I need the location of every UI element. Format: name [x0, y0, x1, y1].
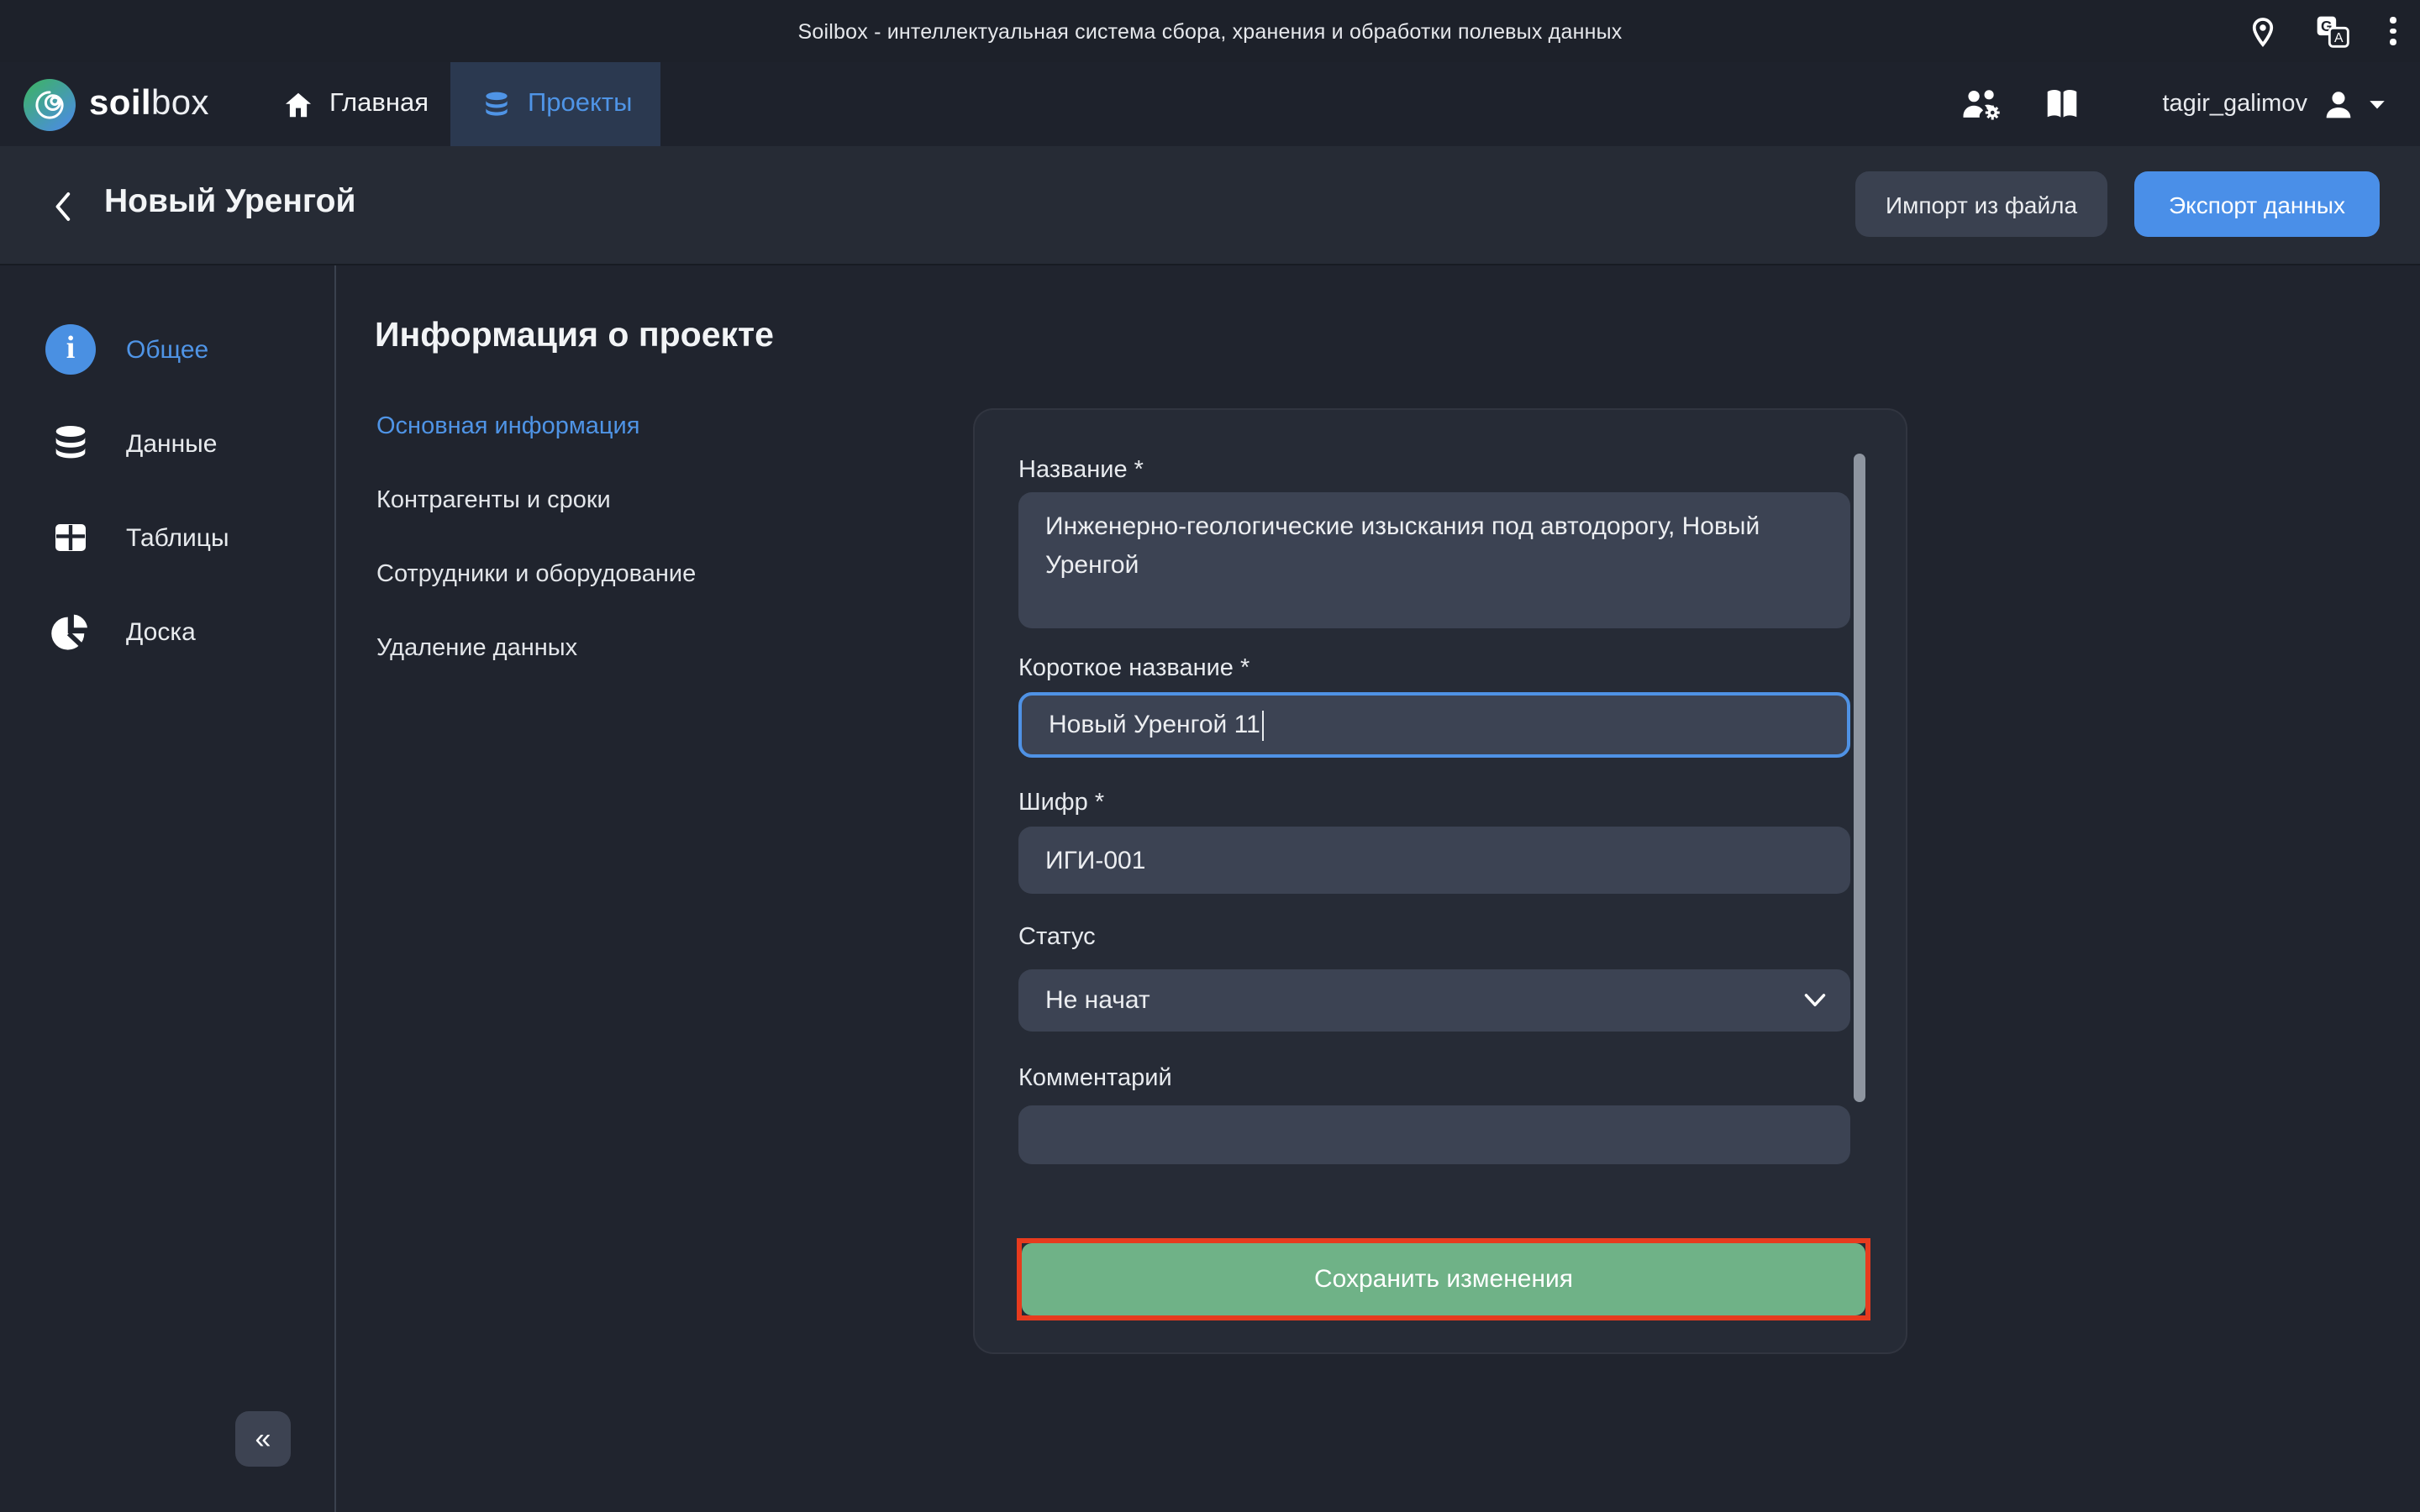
subnav-item-delete-data[interactable]: Удаление данных — [376, 612, 931, 685]
code-value: ИГИ-001 — [1045, 846, 1145, 874]
logo-wordmark: soilbox — [89, 84, 209, 124]
project-sidebar: i Общее Данные Таблицы Доска — [0, 265, 336, 1512]
kebab-menu-icon[interactable] — [2391, 17, 2396, 45]
sidebar-item-tables[interactable]: Таблицы — [0, 491, 334, 585]
export-data-button[interactable]: Экспорт данных — [2134, 171, 2380, 237]
collapse-chevrons-glyph: « — [255, 1422, 271, 1456]
code-input[interactable]: ИГИ-001 — [1018, 827, 1850, 894]
tab-projects[interactable]: Проекты — [450, 62, 660, 146]
app-navbar: soilbox Главная Проекты tagir_galimov — [0, 62, 2420, 146]
subnav-item-contractors[interactable]: Контрагенты и сроки — [376, 464, 931, 538]
chevron-down-icon — [1803, 993, 1827, 1008]
soilbox-logo[interactable]: soilbox — [24, 62, 209, 146]
sidebar-item-label: Доска — [126, 617, 196, 646]
name-label: Название * — [1018, 457, 1144, 484]
browser-title: Soilbox - интеллектуальная система сбора… — [798, 19, 1623, 43]
text-caret — [1262, 710, 1265, 740]
tab-home[interactable]: Главная — [252, 62, 459, 146]
back-chevron-icon — [49, 188, 79, 225]
project-subnav: Основная информация Контрагенты и сроки … — [376, 390, 931, 685]
app-root: Soilbox - интеллектуальная система сбора… — [0, 0, 2420, 1512]
sidebar-item-data[interactable]: Данные — [0, 396, 334, 491]
pie-chart-icon — [45, 606, 96, 657]
page-title: Новый Уренгой — [104, 183, 355, 222]
info-icon: i — [45, 324, 96, 375]
page-header: Новый Уренгой Импорт из файла Экспорт да… — [0, 146, 2420, 265]
subnav-item-staff-equipment[interactable]: Сотрудники и оборудование — [376, 538, 931, 612]
username[interactable]: tagir_galimov — [2163, 91, 2308, 118]
user-avatar-icon[interactable] — [2321, 87, 2356, 122]
browser-title-bar: Soilbox - интеллектуальная система сбора… — [0, 0, 2420, 62]
location-pin-icon[interactable] — [2251, 16, 2276, 46]
sidebar-item-label: Таблицы — [126, 523, 229, 552]
database-icon — [45, 418, 96, 469]
comment-label: Комментарий — [1018, 1065, 1172, 1092]
code-label: Шифр * — [1018, 790, 1104, 816]
soilbox-logo-icon — [24, 78, 76, 130]
projects-database-icon — [481, 88, 513, 120]
card-scrollbar-thumb[interactable] — [1854, 454, 1865, 1102]
short-name-label: Короткое название * — [1018, 655, 1249, 682]
home-icon — [282, 88, 314, 120]
sidebar-item-general[interactable]: i Общее — [0, 302, 334, 396]
translate-icon[interactable]: GA — [2317, 14, 2350, 48]
project-info-card: Название * Инженерно-геологические изыск… — [973, 408, 1907, 1354]
status-label: Статус — [1018, 924, 1096, 951]
status-value: Не начат — [1045, 986, 1150, 1015]
main-content: Информация о проекте Основная информация… — [336, 265, 2420, 1512]
tab-projects-label: Проекты — [528, 89, 632, 119]
svg-text:A: A — [2335, 30, 2344, 45]
save-changes-button[interactable]: Сохранить изменения — [1022, 1243, 1865, 1315]
back-button[interactable] — [44, 186, 84, 227]
navbar-right: tagir_galimov — [1960, 62, 2387, 146]
sidebar-item-board[interactable]: Доска — [0, 585, 334, 679]
user-menu-chevron-icon[interactable] — [2368, 98, 2386, 110]
documentation-book-icon[interactable] — [2042, 87, 2082, 121]
sidebar-item-label: Данные — [126, 429, 217, 458]
user-management-icon[interactable] — [1960, 86, 2005, 123]
tab-home-label: Главная — [329, 89, 429, 119]
short-name-input[interactable]: Новый Уренгой 11 — [1018, 692, 1850, 758]
short-name-value: Новый Уренгой 11 — [1049, 711, 1260, 739]
click-target-annotation: Сохранить изменения — [1017, 1238, 1870, 1320]
sidebar-collapse-button[interactable]: « — [235, 1411, 291, 1467]
import-from-file-button[interactable]: Импорт из файла — [1855, 171, 2107, 237]
subnav-item-basic-info[interactable]: Основная информация — [376, 390, 931, 464]
name-textarea[interactable]: Инженерно-геологические изыскания под ав… — [1018, 492, 1850, 628]
page-body: i Общее Данные Таблицы Доска — [0, 265, 2420, 1512]
browser-icons: GA — [2251, 0, 2396, 62]
comment-input[interactable] — [1018, 1105, 1850, 1164]
sidebar-item-label: Общее — [126, 335, 208, 364]
section-title: Информация о проекте — [375, 316, 774, 356]
table-icon — [45, 512, 96, 563]
status-select[interactable]: Не начат — [1018, 969, 1850, 1032]
name-value: Инженерно-геологические изыскания под ав… — [1045, 512, 1760, 579]
